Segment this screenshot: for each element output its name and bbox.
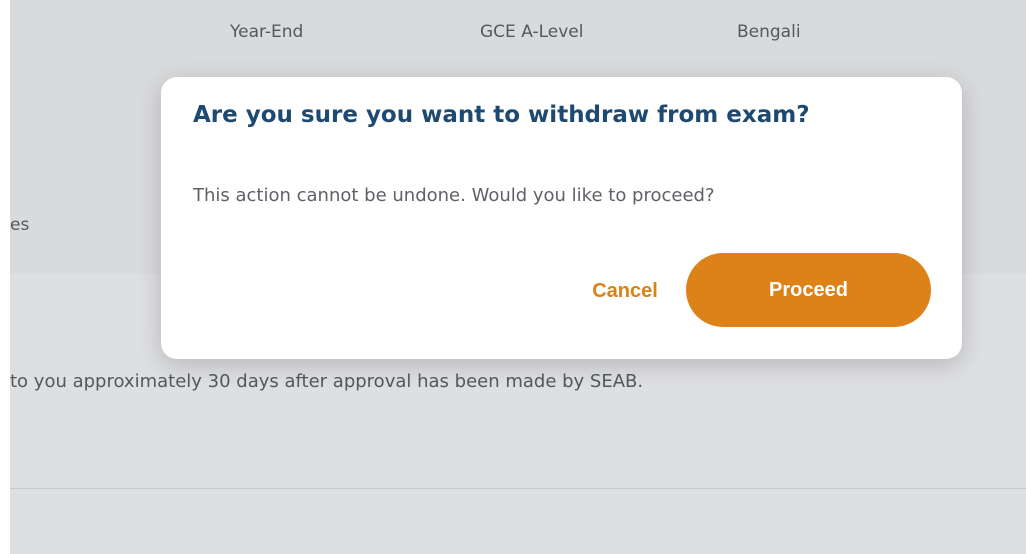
info-text: to you approximately 30 days after appro… bbox=[10, 371, 644, 392]
footer-section bbox=[10, 489, 1026, 554]
dialog-title: Are you sure you want to withdraw from e… bbox=[193, 102, 810, 128]
proceed-button[interactable]: Proceed bbox=[686, 253, 931, 327]
withdraw-confirmation-dialog: Are you sure you want to withdraw from e… bbox=[161, 77, 962, 359]
dialog-message: This action cannot be undone. Would you … bbox=[193, 185, 715, 206]
cancel-button[interactable]: Cancel bbox=[565, 271, 685, 311]
exam-subject-cell: Bengali bbox=[737, 22, 801, 42]
page-left-edge bbox=[0, 0, 10, 554]
exam-level-cell: GCE A-Level bbox=[480, 22, 584, 42]
truncated-cell: es bbox=[10, 215, 30, 235]
exam-session-cell: Year-End bbox=[230, 22, 304, 42]
